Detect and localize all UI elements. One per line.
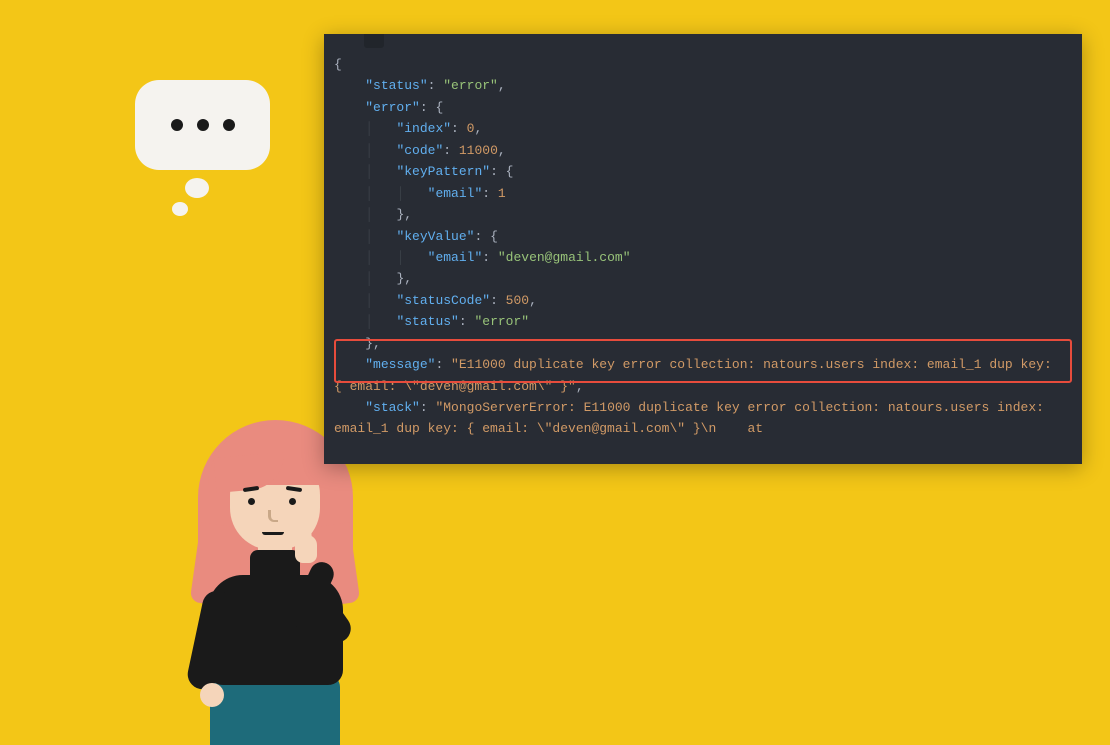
code-line: │ "status": "error"	[334, 311, 1072, 332]
ellipsis-icon	[171, 119, 235, 131]
code-line: │ "keyPattern": {	[334, 161, 1072, 182]
editor-tab-icon	[364, 34, 384, 48]
code-line: │ "code": 11000,	[334, 140, 1072, 161]
thought-bubble	[135, 80, 270, 170]
code-line: │ "keyValue": {	[334, 226, 1072, 247]
code-line: │ },	[334, 204, 1072, 225]
thinking-person-illustration	[100, 195, 250, 550]
code-line: "status": "error",	[334, 75, 1072, 96]
code-line: │ │ "email": 1	[334, 183, 1072, 204]
code-line-highlighted: "message": "E11000 duplicate key error c…	[334, 354, 1072, 397]
code-line: │ "statusCode": 500,	[334, 290, 1072, 311]
code-line: "stack": "MongoServerError: E11000 dupli…	[334, 397, 1072, 440]
code-editor-panel: { "status": "error", "error": { │ "index…	[324, 34, 1082, 464]
code-line: },	[334, 333, 1072, 354]
code-line: │ },	[334, 268, 1072, 289]
code-line: │ "index": 0,	[334, 118, 1072, 139]
code-line: "error": {	[334, 97, 1072, 118]
code-line: {	[334, 54, 1072, 75]
code-line: │ │ "email": "deven@gmail.com"	[334, 247, 1072, 268]
